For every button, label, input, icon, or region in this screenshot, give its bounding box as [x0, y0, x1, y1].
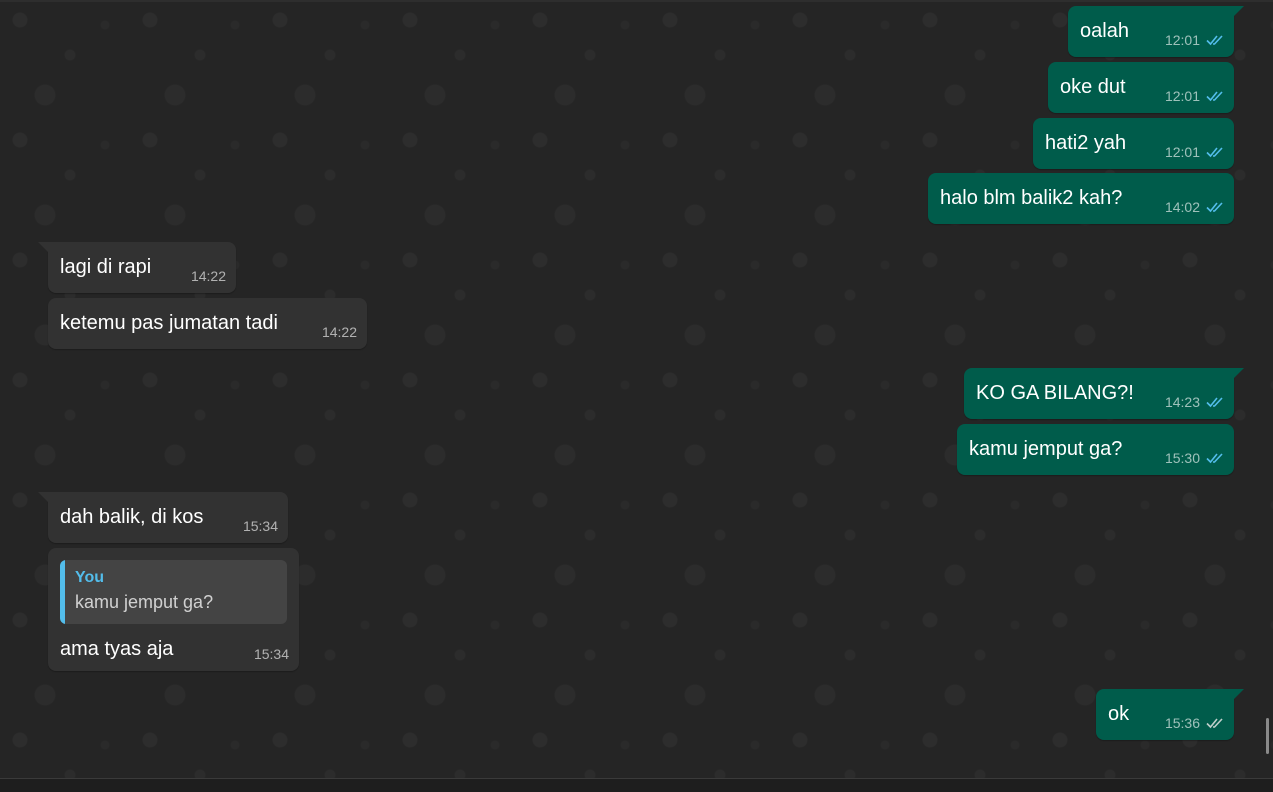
message-text: ketemu pas jumatan tadi [60, 312, 278, 334]
message-outgoing[interactable]: oke dut 12:01 [1048, 62, 1234, 113]
double-check-read-icon [1206, 396, 1224, 408]
double-check-read-icon [1206, 201, 1224, 213]
message-text: ama tyas aja [60, 638, 174, 660]
message-time: 12:01 [1164, 144, 1200, 160]
message-text: dah balik, di kos [60, 506, 204, 528]
message-meta: 14:02 [1165, 199, 1224, 215]
message-outgoing[interactable]: halo blm balik2 kah? 14:02 [928, 173, 1234, 224]
double-check-read-icon [1206, 452, 1224, 464]
message-time: 15:34 [253, 646, 289, 662]
message-outgoing[interactable]: ok 15:36 [1096, 689, 1244, 740]
message-meta: 14:22 [191, 268, 226, 284]
message-meta: 15:34 [243, 518, 278, 534]
message-meta: 15:30 [1165, 450, 1224, 466]
message-outgoing[interactable]: KO GA BILANG?! 14:23 [964, 368, 1244, 419]
message-meta: 12:01 [1165, 88, 1224, 104]
double-check-delivered-icon [1206, 717, 1224, 729]
message-meta: 15:34 [254, 646, 289, 662]
message-incoming[interactable]: dah balik, di kos 15:34 [38, 492, 288, 543]
chat-area[interactable]: oalah 12:01 oke dut 12:01 hati2 yah 12:0… [0, 0, 1273, 778]
chat-top-divider [0, 0, 1273, 2]
message-meta: 14:22 [322, 324, 357, 340]
message-time: 14:22 [190, 268, 226, 284]
message-time: 14:23 [1164, 394, 1200, 410]
message-time: 12:01 [1164, 88, 1200, 104]
double-check-read-icon [1206, 34, 1224, 46]
message-text: halo blm balik2 kah? [940, 187, 1123, 209]
message-time: 12:01 [1164, 32, 1200, 48]
message-incoming[interactable]: lagi di rapi 14:22 [38, 242, 236, 293]
message-incoming[interactable]: ketemu pas jumatan tadi 14:22 [48, 298, 367, 349]
message-incoming-reply[interactable]: You kamu jemput ga? ama tyas aja 15:34 [48, 548, 299, 671]
message-text: ok [1108, 703, 1130, 725]
message-text: kamu jemput ga? [969, 438, 1123, 460]
double-check-read-icon [1206, 90, 1224, 102]
message-meta: 12:01 [1165, 32, 1224, 48]
message-text: oke dut [1060, 76, 1126, 98]
message-outgoing[interactable]: kamu jemput ga? 15:30 [957, 424, 1234, 475]
message-text: lagi di rapi [60, 256, 152, 278]
message-time: 14:02 [1164, 199, 1200, 215]
quote-accent-bar [60, 560, 65, 624]
message-time: 15:36 [1164, 715, 1200, 731]
quoted-author: You [75, 569, 105, 586]
message-meta: 12:01 [1165, 144, 1224, 160]
message-time: 14:22 [321, 324, 357, 340]
message-outgoing[interactable]: oalah 12:01 [1068, 6, 1244, 57]
message-text: oalah [1080, 20, 1129, 42]
message-meta: 15:36 [1165, 715, 1224, 731]
message-text: hati2 yah [1045, 132, 1127, 154]
message-time: 15:30 [1164, 450, 1200, 466]
message-time: 15:34 [242, 518, 278, 534]
message-outgoing[interactable]: hati2 yah 12:01 [1033, 118, 1234, 169]
quoted-text: kamu jemput ga? [75, 592, 214, 612]
message-text: KO GA BILANG?! [976, 382, 1134, 404]
message-meta: 14:23 [1165, 394, 1224, 410]
composer-bar-edge [0, 778, 1273, 792]
scrollbar-thumb[interactable] [1266, 718, 1269, 754]
double-check-read-icon [1206, 146, 1224, 158]
quoted-message[interactable]: You kamu jemput ga? [60, 560, 287, 624]
